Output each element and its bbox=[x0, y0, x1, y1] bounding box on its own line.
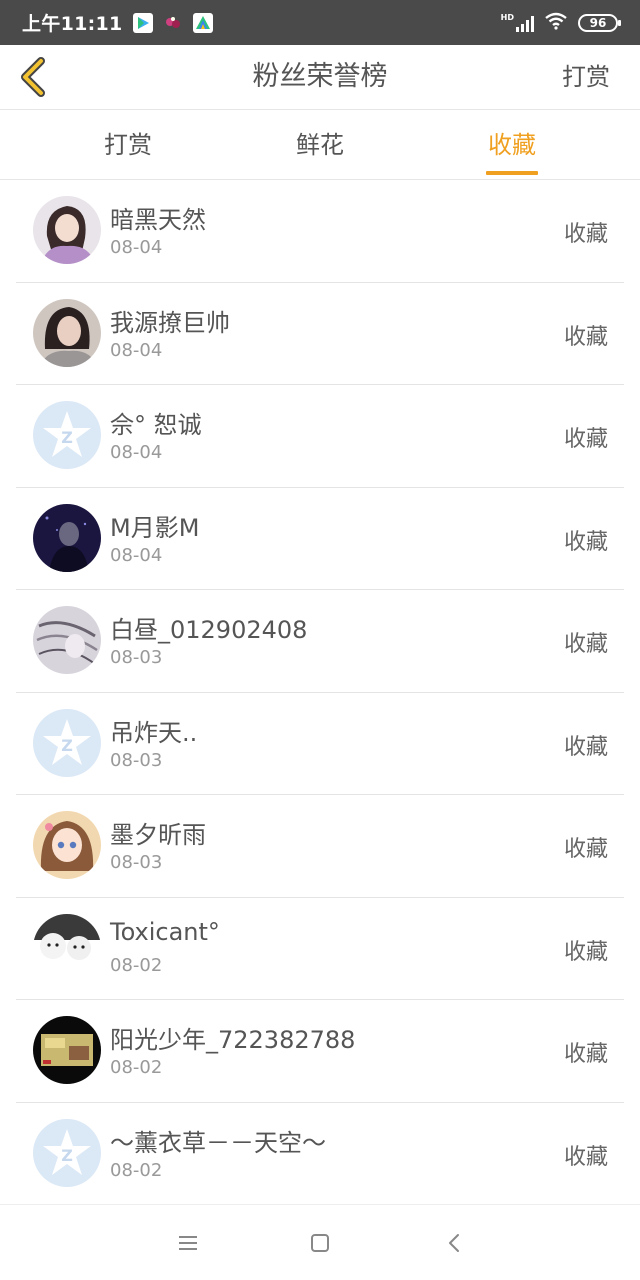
wifi-icon bbox=[544, 12, 568, 34]
row-action-label: 收藏 bbox=[563, 734, 608, 760]
list-item[interactable]: Z 吊炸天.. 08-03 收藏 bbox=[16, 693, 624, 795]
avatar-girl-purple-icon bbox=[33, 196, 101, 264]
row-action-label: 收藏 bbox=[563, 324, 608, 350]
row-action-label: 收藏 bbox=[563, 529, 608, 555]
tab-flowers[interactable]: 鲜花 bbox=[240, 110, 400, 179]
svg-text:Z: Z bbox=[61, 428, 73, 447]
network-type-label: HD bbox=[500, 12, 514, 22]
tab-label: 鲜花 bbox=[296, 131, 344, 159]
user-name: 我源撩巨帅 bbox=[110, 308, 230, 337]
user-date: 08-02 bbox=[110, 1159, 163, 1181]
list-item[interactable]: 墨夕昕雨 08-03 收藏 bbox=[16, 795, 624, 898]
avatar[interactable] bbox=[33, 196, 101, 264]
avatar[interactable]: Z bbox=[33, 1118, 101, 1187]
user-date: 08-02 bbox=[110, 1057, 163, 1078]
home-square-icon bbox=[311, 1234, 329, 1252]
menu-button[interactable] bbox=[172, 1227, 204, 1259]
user-name: 暗黑天然 bbox=[110, 206, 206, 234]
avatar[interactable] bbox=[33, 606, 101, 674]
user-name: 佘° 恕诚 bbox=[110, 411, 202, 439]
user-name: M月影M bbox=[110, 513, 200, 542]
menu-icon bbox=[179, 1236, 197, 1250]
user-date: 08-04 bbox=[110, 237, 163, 258]
row-action-label: 收藏 bbox=[563, 837, 608, 862]
avatar-anime-girl-icon bbox=[33, 811, 101, 879]
row-action-label: 收藏 bbox=[563, 632, 608, 657]
row-action-label: 收藏 bbox=[563, 939, 608, 965]
list-item[interactable]: Z 佘° 恕诚 08-04 收藏 bbox=[16, 385, 624, 488]
user-date: 08-02 bbox=[110, 954, 163, 976]
default-star-avatar-icon: Z bbox=[33, 708, 101, 777]
user-date: 08-03 bbox=[110, 647, 163, 668]
avatar[interactable] bbox=[33, 503, 101, 572]
avatar[interactable]: Z bbox=[33, 708, 101, 777]
user-name: Toxicant° bbox=[110, 917, 220, 946]
svg-text:Z: Z bbox=[61, 1146, 73, 1165]
user-name: 白昼_012902408 bbox=[110, 616, 308, 644]
row-action-label: 收藏 bbox=[563, 427, 608, 452]
fan-list: 暗黑天然 08-04 收藏 我源撩巨帅 08-04 收藏 Z 佘° 恕诚 08-… bbox=[0, 180, 640, 1205]
list-item[interactable]: M月影M 08-04 收藏 bbox=[16, 488, 624, 590]
play-store-icon bbox=[132, 12, 153, 33]
list-item[interactable]: Z ～薰衣草－－天空～ 08-02 收藏 bbox=[16, 1103, 624, 1205]
row-action-label: 收藏 bbox=[563, 1042, 608, 1067]
row-action-label: 收藏 bbox=[563, 1144, 608, 1170]
avatar[interactable]: Z bbox=[33, 401, 101, 469]
game-app-icon bbox=[163, 13, 183, 33]
list-item[interactable]: 阳光少年_722382788 08-02 收藏 bbox=[16, 1000, 624, 1103]
user-date: 08-04 bbox=[110, 339, 163, 361]
status-system-icons: HD 96 bbox=[500, 12, 621, 34]
avatar[interactable] bbox=[33, 1016, 101, 1084]
status-bar: 上午11:11 HD 96 bbox=[0, 0, 640, 45]
avatar-white-dogs-icon bbox=[33, 913, 101, 982]
active-tab-indicator bbox=[486, 171, 538, 175]
user-name: 吊炸天.. bbox=[110, 718, 198, 747]
tab-label: 打赏 bbox=[104, 131, 152, 159]
avatar-screen-icon bbox=[33, 1016, 101, 1084]
header: 粉丝荣誉榜 打赏 bbox=[0, 45, 640, 110]
battery-level: 96 bbox=[589, 15, 607, 30]
row-action-label: 收藏 bbox=[563, 222, 608, 247]
nav-back-button[interactable] bbox=[438, 1227, 470, 1259]
tab-label: 收藏 bbox=[488, 131, 536, 159]
back-chevron-icon bbox=[449, 1234, 459, 1252]
list-item[interactable]: 白昼_012902408 08-03 收藏 bbox=[16, 590, 624, 693]
list-item[interactable]: 我源撩巨帅 08-04 收藏 bbox=[16, 283, 624, 385]
status-time: 上午11:11 bbox=[22, 13, 123, 35]
battery-icon: 96 bbox=[578, 13, 621, 32]
tab-reward[interactable]: 打赏 bbox=[48, 110, 208, 179]
reward-button[interactable]: 打赏 bbox=[562, 45, 610, 109]
list-item[interactable]: 暗黑天然 08-04 收藏 bbox=[16, 180, 624, 283]
user-name: 阳光少年_722382788 bbox=[110, 1026, 356, 1054]
status-notification-icons bbox=[132, 12, 213, 33]
avatar-dark-figure-icon bbox=[33, 503, 101, 572]
svg-text:Z: Z bbox=[61, 736, 73, 755]
user-date: 08-03 bbox=[110, 852, 163, 873]
signal-icon: HD bbox=[500, 12, 534, 32]
default-star-avatar-icon: Z bbox=[33, 401, 101, 469]
avatar[interactable] bbox=[33, 913, 101, 982]
user-date: 08-04 bbox=[110, 544, 163, 566]
tab-bar: 打赏 鲜花 收藏 bbox=[0, 110, 640, 180]
list-item[interactable]: Toxicant° 08-02 收藏 bbox=[16, 898, 624, 1000]
default-star-avatar-icon: Z bbox=[33, 1118, 101, 1187]
avatar-sketch-icon bbox=[33, 606, 101, 674]
avatar[interactable] bbox=[33, 298, 101, 367]
user-date: 08-04 bbox=[110, 442, 163, 463]
user-name: ～薰衣草－－天空～ bbox=[110, 1128, 326, 1157]
home-button[interactable] bbox=[304, 1227, 336, 1259]
page-title: 粉丝荣誉榜 bbox=[252, 61, 388, 92]
user-date: 08-03 bbox=[110, 749, 163, 771]
avatar-girl-portrait-icon bbox=[33, 298, 101, 367]
user-name: 墨夕昕雨 bbox=[110, 821, 206, 849]
avatar[interactable] bbox=[33, 811, 101, 879]
tab-favorites[interactable]: 收藏 bbox=[432, 110, 592, 179]
system-nav-bar bbox=[0, 1204, 640, 1280]
drive-app-icon bbox=[192, 12, 213, 33]
